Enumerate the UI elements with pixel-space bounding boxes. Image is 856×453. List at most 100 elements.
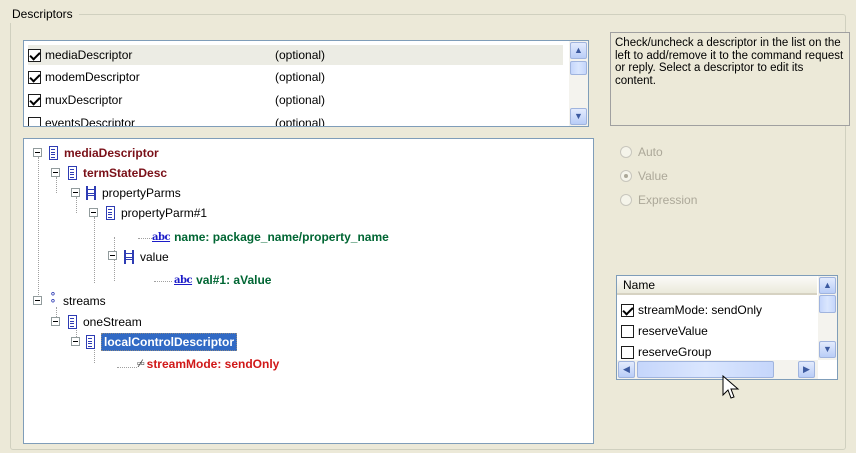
choice-icon: ° ° [50,291,56,310]
tree-node-label: name: package_name/property_name [174,230,389,244]
scroll-thumb[interactable] [819,295,836,313]
scroll-thumb[interactable] [637,361,774,378]
tree-line [154,281,172,282]
collapse-icon[interactable] [89,208,98,217]
radio-auto[interactable]: Auto [620,143,663,161]
descriptor-tree[interactable]: mediaDescriptor termStateDesc propertyPa… [23,138,594,444]
tree-node-property-parms[interactable]: propertyParms [86,183,181,203]
checkbox-icon[interactable] [28,70,41,84]
radio-icon[interactable] [620,170,632,182]
set-icon [124,250,134,264]
checkbox-icon[interactable] [28,116,41,126]
tree-line [138,238,152,239]
tree-node-term-state-desc[interactable]: termStateDesc [68,163,167,183]
name-item-label: reserveValue [638,324,708,338]
checkbox-icon[interactable] [621,345,634,359]
descriptor-checklist[interactable]: mediaDescriptor (optional) modemDescript… [23,40,589,127]
tree-node-label: streamMode: sendOnly [146,357,280,371]
sequence-icon [49,146,58,160]
descriptor-item-events[interactable]: eventsDescriptor (optional) [28,113,563,127]
descriptor-name: mediaDescriptor [45,48,133,62]
tree-line [38,157,39,305]
tree-node-val-1[interactable]: abc val#1: aValue [174,270,271,290]
radio-label: Value [638,169,668,183]
tree-node-streams[interactable]: ° ° streams [49,291,106,311]
descriptor-name: muxDescriptor [45,93,123,107]
abc-string-icon: abc [152,231,171,243]
sequence-icon [68,315,77,329]
collapse-icon[interactable] [71,337,80,346]
scroll-up-icon[interactable]: ▲ [819,277,836,294]
tree-node-label: termStateDesc [83,166,168,180]
checkbox-icon[interactable] [28,48,41,62]
tree-node-name[interactable]: abc name: package_name/property_name [152,227,389,247]
descriptor-name: modemDescriptor [45,70,140,84]
sequence-icon [106,206,115,220]
name-list-hscrollbar[interactable]: ◀ ▶ [617,360,818,379]
tree-line [56,177,57,193]
scroll-right-icon[interactable]: ▶ [798,361,815,378]
sequence-icon [68,166,77,180]
scroll-left-icon[interactable]: ◀ [618,361,635,378]
tree-node-label: oneStream [83,315,142,329]
name-item-stream-mode[interactable]: streamMode: sendOnly [621,300,762,320]
descriptor-name: eventsDescriptor [45,116,136,127]
tree-node-value[interactable]: value [124,247,169,267]
radio-label: Auto [638,145,663,159]
tree-node-label: mediaDescriptor [64,146,159,160]
checkbox-icon[interactable] [28,93,41,107]
tree-node-local-control-descriptor[interactable]: localControlDescriptor [86,332,238,352]
tree-line [94,217,95,283]
tree-node-label: streams [63,294,106,308]
checkbox-icon[interactable] [621,324,634,338]
descriptor-item-mux[interactable]: muxDescriptor (optional) [28,90,563,110]
scroll-down-icon[interactable]: ▼ [570,108,587,125]
scroll-thumb[interactable] [570,61,587,75]
tree-node-label: value [140,250,169,264]
tree-node-label: val#1: aValue [196,273,272,287]
tree-node-property-parm-1[interactable]: propertyParm#1 [106,203,207,223]
name-item-label: reserveGroup [638,345,712,359]
tree-node-media-descriptor[interactable]: mediaDescriptor [49,143,159,163]
collapse-icon[interactable] [51,168,60,177]
mouse-pointer-icon [722,375,740,399]
radio-label: Expression [638,193,698,207]
collapse-icon[interactable] [33,148,42,157]
descriptor-status: (optional) [275,93,326,107]
tree-node-label: propertyParms [102,186,181,200]
scroll-up-icon[interactable]: ▲ [570,42,587,59]
descriptors-group-title: Descriptors [0,5,79,23]
descriptor-status: (optional) [275,70,326,84]
tree-node-one-stream[interactable]: oneStream [68,312,142,332]
descriptor-item-modem[interactable]: modemDescriptor (optional) [28,67,563,87]
abc-string-icon: abc [174,274,193,286]
tree-line [117,367,137,368]
descriptor-status: (optional) [275,48,326,62]
tree-line [76,197,77,213]
collapse-icon[interactable] [108,251,117,260]
descriptor-status: (optional) [275,116,326,127]
name-item-label: streamMode: sendOnly [638,303,763,317]
radio-value[interactable]: Value [620,167,668,185]
descriptor-item-media[interactable]: mediaDescriptor (optional) [28,45,563,65]
radio-icon[interactable] [620,194,632,206]
name-item-reserve-value[interactable]: reserveValue [621,321,708,341]
tree-node-label: localControlDescriptor [101,333,238,351]
name-item-reserve-group[interactable]: reserveGroup [621,342,711,362]
collapse-icon[interactable] [51,317,60,326]
checkbox-icon[interactable] [621,303,634,317]
radio-expression[interactable]: Expression [620,191,697,209]
name-list-vscrollbar[interactable]: ▲ ▼ [818,276,837,360]
boolean-icon: ▫⁄▫ [137,358,145,370]
tree-node-stream-mode[interactable]: ▫⁄▫ streamMode: sendOnly [137,354,279,374]
scroll-down-icon[interactable]: ▼ [819,341,836,358]
help-text: Check/uncheck a descriptor in the list o… [610,32,850,126]
descriptor-list-scrollbar[interactable]: ▲ ▼ [569,41,588,126]
sequence-icon [86,335,95,349]
set-icon [86,186,96,200]
collapse-icon[interactable] [71,188,80,197]
name-checklist[interactable]: Name streamMode: sendOnly reserveValue r… [616,275,838,380]
radio-icon[interactable] [620,146,632,158]
collapse-icon[interactable] [33,296,42,305]
name-column-header[interactable]: Name [617,276,817,295]
